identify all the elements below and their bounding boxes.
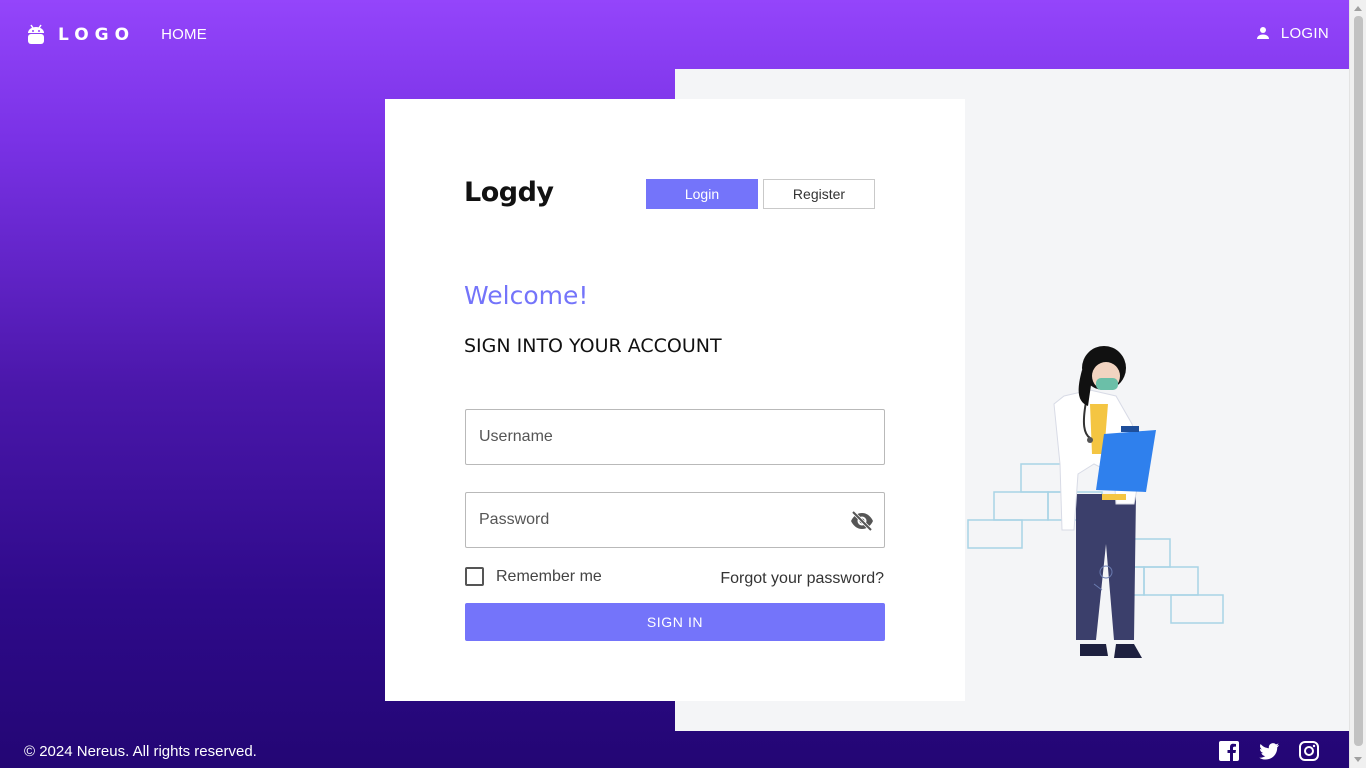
card-brand: Logdy: [464, 177, 554, 208]
password-input[interactable]: [466, 493, 884, 547]
logo-text: LOGO: [58, 24, 136, 45]
scroll-thumb[interactable]: [1354, 16, 1363, 746]
nav-login-label: LOGIN: [1280, 24, 1329, 42]
footer-copyright: © 2024 Nereus. All rights reserved.: [24, 743, 257, 760]
tab-register[interactable]: Register: [763, 179, 875, 209]
remember-me-checkbox[interactable]: [465, 567, 484, 586]
page-scrollbar[interactable]: [1349, 0, 1366, 768]
nav-home-link[interactable]: HOME: [161, 26, 207, 43]
remember-me-label: Remember me: [496, 567, 602, 585]
user-icon: [1256, 27, 1269, 39]
login-card: Logdy Login Register Welcome! SIGN INTO …: [385, 99, 965, 701]
sign-in-subtitle: SIGN INTO YOUR ACCOUNT: [464, 335, 722, 357]
password-field: [465, 492, 885, 548]
scroll-up-icon[interactable]: [1354, 6, 1362, 11]
scroll-down-icon[interactable]: [1354, 757, 1362, 762]
brand-logo[interactable]: LOGO: [27, 24, 135, 46]
username-input[interactable]: [466, 410, 884, 464]
remember-me[interactable]: Remember me: [465, 567, 602, 586]
doctor-illustration: [967, 346, 1224, 658]
top-navbar: LOGO HOME LOGIN: [0, 0, 1349, 69]
instagram-icon[interactable]: [1298, 740, 1320, 762]
facebook-icon[interactable]: [1218, 740, 1240, 762]
nav-login-link[interactable]: LOGIN: [1254, 24, 1329, 42]
username-field: [465, 409, 885, 465]
eye-off-icon[interactable]: [850, 510, 874, 532]
tab-login[interactable]: Login: [646, 179, 758, 209]
twitter-icon[interactable]: [1258, 740, 1280, 762]
welcome-heading: Welcome!: [464, 281, 589, 310]
forgot-password-link[interactable]: Forgot your password?: [720, 570, 884, 588]
android-icon: [28, 24, 44, 44]
sign-in-button[interactable]: SIGN IN: [465, 603, 885, 641]
social-links: [1200, 740, 1320, 762]
